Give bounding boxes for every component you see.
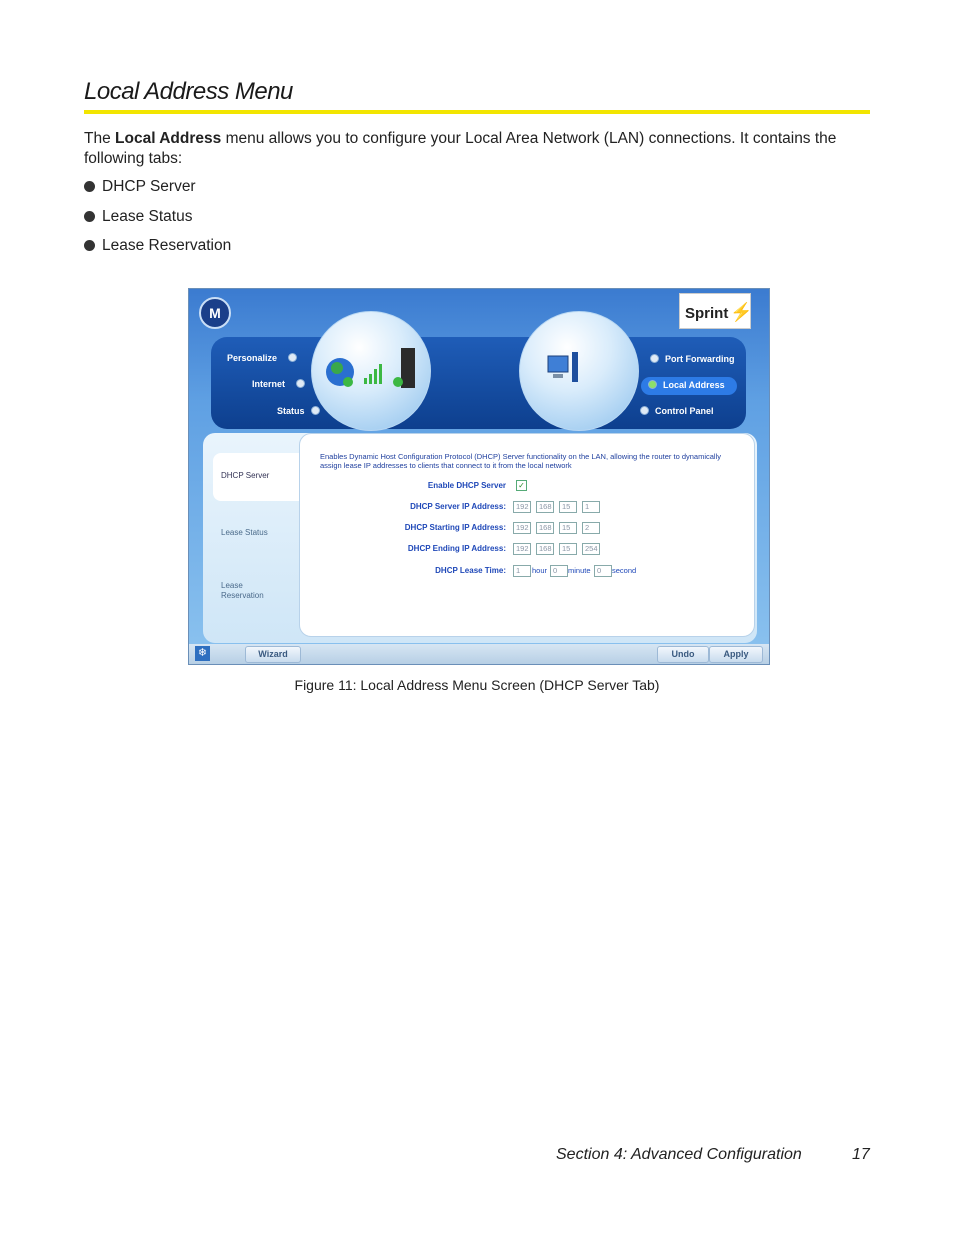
sprint-bolt-icon: ⚡ xyxy=(730,302,753,322)
start-ip-octet-1[interactable]: 192 xyxy=(513,522,531,534)
end-ip-octet-1[interactable]: 192 xyxy=(513,543,531,555)
globe-signal-router-icon xyxy=(326,348,415,388)
start-ip-octet-2[interactable]: 168 xyxy=(536,522,554,534)
second-unit: second xyxy=(612,566,637,575)
server-ip-octet-2[interactable]: 168 xyxy=(536,501,554,513)
tab-dhcp-server[interactable]: DHCP Server xyxy=(221,471,269,480)
end-ip-octet-2[interactable]: 168 xyxy=(536,543,554,555)
nav-dot-icon xyxy=(650,354,659,363)
nav-personalize[interactable]: Personalize xyxy=(227,353,297,363)
nav-internet[interactable]: Internet xyxy=(252,379,305,389)
status-bubble xyxy=(311,311,431,431)
server-ip-octet-1[interactable]: 192 xyxy=(513,501,531,513)
start-ip-octet-3[interactable]: 15 xyxy=(559,522,577,534)
enable-dhcp-label: Enable DHCP Server xyxy=(427,481,506,490)
undo-button[interactable]: Undo xyxy=(657,646,709,663)
bullet-icon xyxy=(84,240,95,251)
motorola-logo-icon: M xyxy=(199,297,231,329)
server-ip-octet-4[interactable]: 1 xyxy=(582,501,600,513)
bullet-icon xyxy=(84,181,95,192)
list-item: Lease Reservation xyxy=(84,237,231,255)
intro-bold: Local Address xyxy=(115,130,222,147)
section-footer: Section 4: Advanced Configuration xyxy=(556,1146,802,1163)
computers-icon xyxy=(547,352,578,382)
bottom-toolbar: ❄ Wizard Undo Apply xyxy=(189,644,769,664)
intro-paragraph: The Local Address menu allows you to con… xyxy=(84,130,837,167)
nav-dot-icon xyxy=(287,353,297,362)
minute-unit: minute xyxy=(568,566,591,575)
snowflake-icon[interactable]: ❄ xyxy=(195,646,210,661)
end-ip-label: DHCP Ending IP Address: xyxy=(407,544,506,553)
router-ui-screenshot: M Sprint ⚡ Personalize Internet Status Po… xyxy=(188,288,770,665)
bullet-icon xyxy=(84,211,95,222)
network-bubble xyxy=(519,311,639,431)
apply-button[interactable]: Apply xyxy=(709,646,763,663)
tab-lease-status[interactable]: Lease Status xyxy=(221,528,268,537)
start-ip-octet-4[interactable]: 2 xyxy=(582,522,600,534)
server-ip-label: DHCP Server IP Address: xyxy=(410,502,506,511)
enable-dhcp-checkbox[interactable]: ✓ xyxy=(516,480,527,491)
lease-time-label: DHCP Lease Time: xyxy=(435,566,506,575)
nav-local-address[interactable]: Local Address xyxy=(648,380,725,390)
list-item: Lease Status xyxy=(84,208,192,226)
lease-hour-field[interactable]: 1 xyxy=(513,565,531,577)
nav-port-forwarding[interactable]: Port Forwarding xyxy=(650,354,735,364)
nav-dot-icon xyxy=(648,380,657,389)
page-heading: Local Address Menu xyxy=(84,78,293,105)
lease-second-field[interactable]: 0 xyxy=(594,565,612,577)
end-ip-octet-4[interactable]: 254 xyxy=(582,543,600,555)
nav-dot-icon xyxy=(295,379,305,388)
list-item: DHCP Server xyxy=(84,178,196,196)
settings-panel: DHCP Server Lease Status Lease Reservati… xyxy=(203,433,757,643)
lease-minute-field[interactable]: 0 xyxy=(550,565,568,577)
dhcp-content: Enables Dynamic Host Configuration Proto… xyxy=(299,433,755,637)
start-ip-label: DHCP Starting IP Address: xyxy=(404,523,506,532)
sprint-logo: Sprint ⚡ xyxy=(679,293,753,329)
nav-dot-icon xyxy=(311,406,321,415)
nav-status[interactable]: Status xyxy=(277,406,321,416)
end-ip-octet-3[interactable]: 15 xyxy=(559,543,577,555)
dhcp-description: Enables Dynamic Host Configuration Proto… xyxy=(320,452,722,470)
server-ip-octet-3[interactable]: 15 xyxy=(559,501,577,513)
page-number: 17 xyxy=(852,1146,870,1163)
figure-caption: Figure 11: Local Address Menu Screen (DH… xyxy=(294,677,660,693)
tab-lease-reservation[interactable]: Lease Reservation xyxy=(221,581,279,601)
heading-rule xyxy=(84,110,870,114)
wizard-button[interactable]: Wizard xyxy=(245,646,301,663)
nav-dot-icon xyxy=(640,406,649,415)
hour-unit: hour xyxy=(532,566,548,575)
nav-control-panel[interactable]: Control Panel xyxy=(640,406,714,416)
